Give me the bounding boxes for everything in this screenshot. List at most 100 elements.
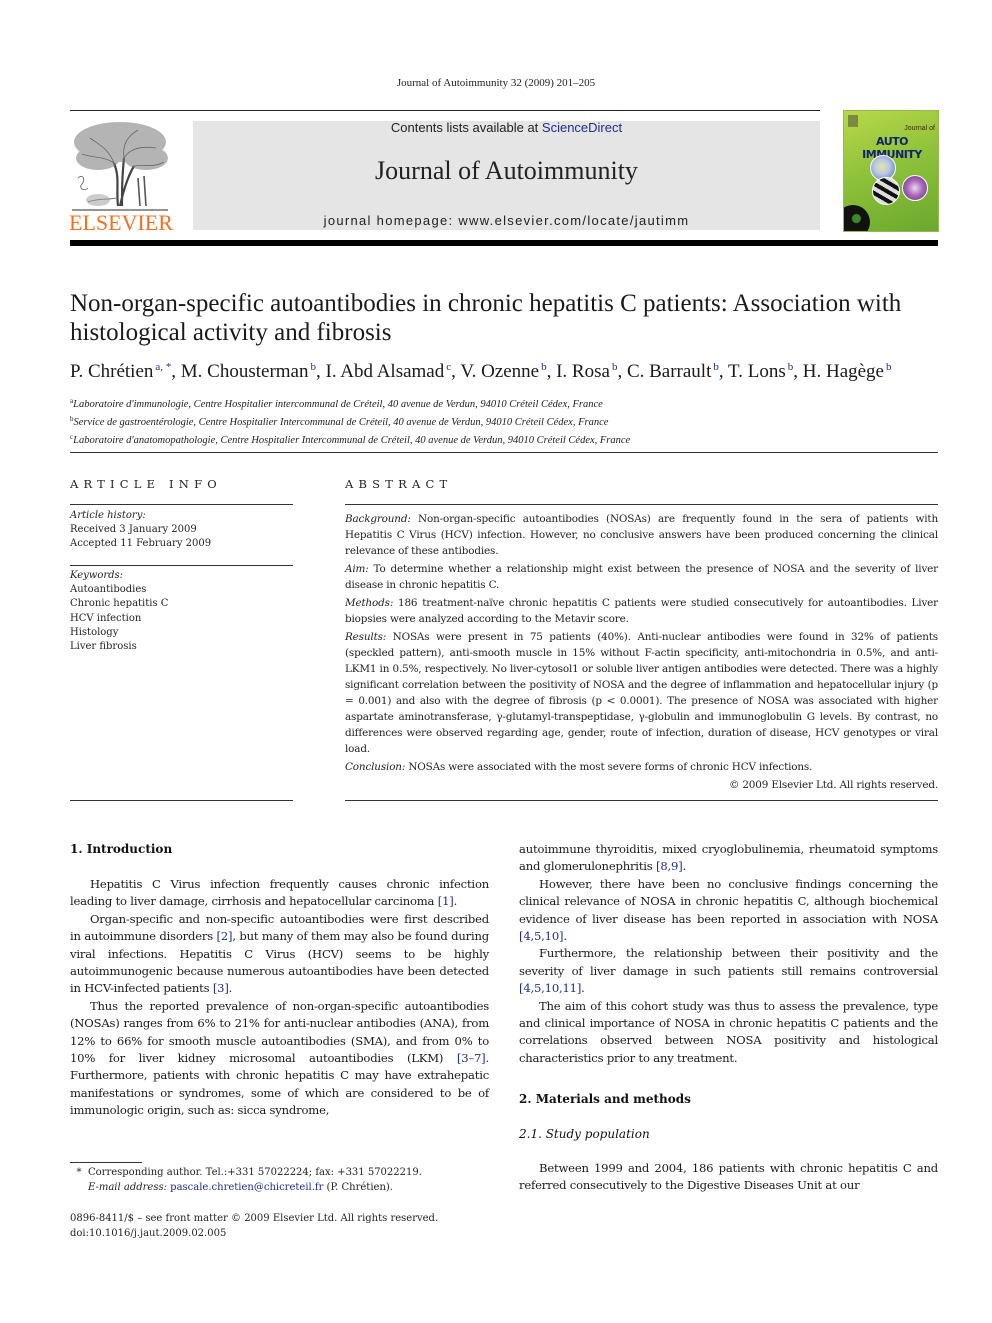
keywords-label: Keywords: xyxy=(70,570,124,581)
abstract-aim: Aim: To determine whether a relationship… xyxy=(345,561,938,593)
abstract-background: Background: Non-organ-specific autoantib… xyxy=(345,511,938,559)
abstract-label: Results: xyxy=(345,631,387,643)
author-name[interactable]: M. Chousterman xyxy=(181,361,309,382)
keyword: HCV infection xyxy=(70,612,142,624)
reference-link[interactable]: [8,9] xyxy=(656,859,683,873)
reference-link[interactable]: [3–7] xyxy=(457,1051,486,1065)
author[interactable]: H. Hagège b xyxy=(803,361,892,382)
author-name[interactable]: H. Hagège xyxy=(803,361,884,382)
paragraph-text: . xyxy=(682,859,687,874)
header-rule-thick xyxy=(70,240,938,246)
abstract-label: Conclusion: xyxy=(345,761,406,773)
received-date: Received 3 January 2009 xyxy=(70,524,197,536)
author[interactable]: I. Abd Alsamad c xyxy=(326,361,452,382)
abstract-label: Background: xyxy=(345,513,411,525)
article-info-rule xyxy=(70,504,293,505)
cover-micrograph-2 xyxy=(872,177,900,205)
journal-homepage: journal homepage: www.elsevier.com/locat… xyxy=(193,213,820,228)
author-name[interactable]: P. Chrétien xyxy=(70,361,153,382)
author-name[interactable]: T. Lons xyxy=(728,361,786,382)
email-label: E-mail address: xyxy=(88,1182,167,1193)
sciencedirect-link[interactable]: ScienceDirect xyxy=(542,120,622,135)
author-affil-ref[interactable]: b xyxy=(612,361,618,373)
reference-link[interactable]: [4,5,10] xyxy=(519,929,564,943)
email-link[interactable]: pascale.chretien@chicreteil.fr xyxy=(170,1182,323,1193)
homepage-url[interactable]: www.elsevier.com/locate/jautimm xyxy=(458,213,689,228)
affiliation: bService de gastroentérologie, Centre Ho… xyxy=(70,412,940,430)
abstract-methods: Methods: 186 treatment-naïve chronic hep… xyxy=(345,595,938,627)
corresponding-author-footnote: * Corresponding author. Tel.:+331 5702222… xyxy=(70,1165,500,1195)
cover-big-title: AUTO IMMUNITY xyxy=(862,135,922,161)
keyword: Autoantibodies xyxy=(70,584,147,596)
article-title: Non-organ-specific autoantibodies in chr… xyxy=(70,290,902,346)
issn-line: 0896-8411/$ – see front matter © 2009 El… xyxy=(70,1213,439,1224)
paragraph: Organ-specific and non-specific autoanti… xyxy=(70,911,489,998)
author[interactable]: C. Barrault b xyxy=(627,361,719,382)
affiliation-text: Laboratoire d'immunologie, Centre Hospit… xyxy=(73,399,603,410)
author-affil-ref[interactable]: b xyxy=(311,361,317,373)
footnote-star: * xyxy=(76,1167,82,1178)
author[interactable]: P. Chrétien a, * xyxy=(70,361,171,382)
author[interactable]: T. Lons b xyxy=(728,361,793,382)
author[interactable]: V. Ozenne b xyxy=(460,361,546,382)
paragraph-text: . xyxy=(563,929,567,944)
article-info-heading: ARTICLE INFO xyxy=(70,477,222,491)
author-name[interactable]: V. Ozenne xyxy=(460,361,539,382)
running-head: Journal of Autoimmunity 32 (2009) 201–20… xyxy=(396,77,596,89)
corresponding-text: Corresponding author. Tel.:+331 57022224… xyxy=(88,1167,422,1178)
author[interactable]: I. Rosa b xyxy=(556,361,617,382)
keyword: Liver fibrosis xyxy=(70,641,137,653)
history-label: Article history: xyxy=(70,510,146,521)
paragraph-text: The aim of this cohort study was thus to… xyxy=(519,998,938,1065)
author-name[interactable]: C. Barrault xyxy=(627,361,711,382)
paragraph-text: . xyxy=(228,981,233,996)
affiliations: aLaboratoire d'immunologie, Centre Hospi… xyxy=(70,394,940,448)
author-affil-ref[interactable]: a, * xyxy=(155,361,171,373)
paragraph-text: Thus the reported prevalence of non-orga… xyxy=(70,998,489,1066)
paragraph: Thus the reported prevalence of non-orga… xyxy=(70,998,489,1120)
paragraph: Furthermore, the relationship between th… xyxy=(519,945,938,997)
front-matter: 0896-8411/$ – see front matter © 2009 El… xyxy=(70,1212,500,1241)
reference-link[interactable]: [4,5,10,11] xyxy=(519,981,581,995)
reference-link[interactable]: [3] xyxy=(213,981,229,995)
paragraph-text: Furthermore, the relationship between th… xyxy=(519,946,938,978)
abstract-results: Results: NOSAs were present in 75 patien… xyxy=(345,629,938,757)
author-name[interactable]: I. Abd Alsamad xyxy=(326,361,445,382)
abstract-body: Background: Non-organ-specific autoantib… xyxy=(345,511,938,795)
cover-micrograph-4 xyxy=(844,205,870,231)
author[interactable]: M. Chousterman b xyxy=(181,361,316,382)
abstract-heading: ABSTRACT xyxy=(345,477,453,491)
doi[interactable]: doi:10.1016/j.jaut.2009.02.005 xyxy=(70,1227,500,1242)
cover-micrograph-3 xyxy=(902,175,928,201)
homepage-prefix: journal homepage: xyxy=(323,213,459,228)
abstract-conclusion: Conclusion: NOSAs were associated with t… xyxy=(345,759,938,775)
abstract-rule xyxy=(345,504,938,505)
abstract-label: Methods: xyxy=(345,597,394,609)
cover-small-title: Journal of xyxy=(904,125,935,132)
paragraph-text: autoimmune thyroiditis, mixed cryoglobul… xyxy=(519,842,938,874)
abstract-bottom-rule xyxy=(345,800,938,801)
header-rule-thin xyxy=(70,110,820,111)
accepted-date: Accepted 11 February 2009 xyxy=(70,538,212,550)
cover-logo-mark xyxy=(848,115,858,127)
author-affil-ref[interactable]: c xyxy=(446,361,451,373)
author-affil-ref[interactable]: b xyxy=(788,361,794,373)
journal-name: Journal of Autoimmunity xyxy=(375,156,638,185)
affiliation: aLaboratoire d'immunologie, Centre Hospi… xyxy=(70,394,940,412)
paragraph: However, there have been no conclusive f… xyxy=(519,876,938,946)
author-list: P. Chrétien a, *, M. Chousterman b, I. Abd… xyxy=(70,361,892,382)
title-separator-rule xyxy=(70,452,938,453)
abstract-text: Non-organ-specific autoantibodies (NOSAs… xyxy=(345,513,938,557)
paragraph-text: However, there have been no conclusive f… xyxy=(519,876,938,926)
author-affil-ref[interactable]: b xyxy=(541,361,547,373)
reference-link[interactable]: [2] xyxy=(217,929,233,943)
affiliation-text: Laboratoire d'anatomopathologie, Centre … xyxy=(73,435,631,446)
author-affil-ref[interactable]: b xyxy=(713,361,719,373)
author-name[interactable]: I. Rosa xyxy=(556,361,610,382)
article-info-bottom-rule xyxy=(70,800,293,801)
study-population-text: Between 1999 and 2004, 186 patients with… xyxy=(519,1160,938,1195)
abstract-label: Aim: xyxy=(345,563,369,575)
reference-link[interactable]: [1] xyxy=(438,894,454,908)
author-affil-ref[interactable]: b xyxy=(886,361,892,373)
paragraph: autoimmune thyroiditis, mixed cryoglobul… xyxy=(519,841,938,876)
